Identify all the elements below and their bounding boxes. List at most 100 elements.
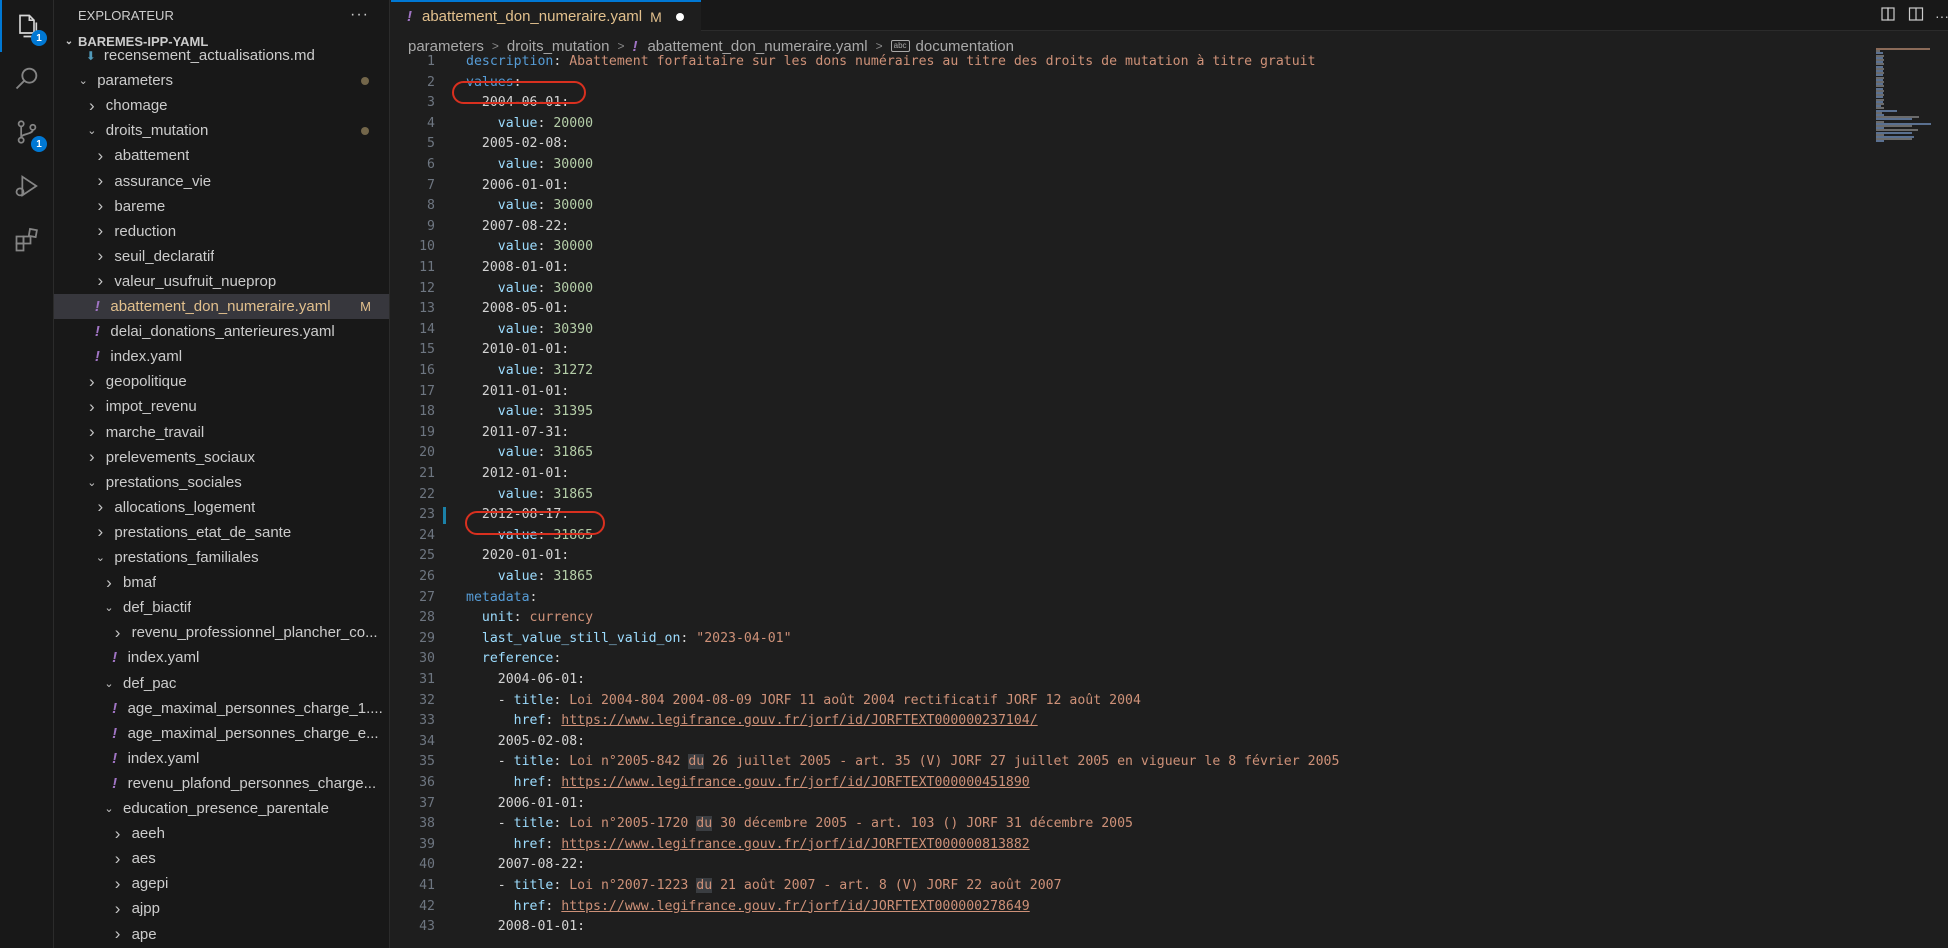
search-icon[interactable] bbox=[11, 62, 43, 94]
unsaved-dot-icon[interactable] bbox=[675, 12, 684, 21]
code-line: 28 unit: currency bbox=[391, 608, 1871, 629]
tree-folder[interactable]: › bareme bbox=[54, 194, 389, 219]
tree-folder[interactable]: › reduction bbox=[54, 219, 389, 244]
code-token: value bbox=[497, 363, 538, 378]
editor-more-actions-icon[interactable]: ··· bbox=[1932, 6, 1948, 26]
more-actions-icon[interactable]: ··· bbox=[350, 6, 369, 24]
tree-folder[interactable]: › assurance_vie bbox=[54, 169, 389, 194]
chevron-right-icon: > bbox=[491, 39, 499, 53]
tree-folder[interactable]: › geopolitique bbox=[54, 369, 389, 394]
tree-folder[interactable]: › aeeh bbox=[54, 821, 389, 846]
line-number: 23 bbox=[419, 507, 435, 523]
tree-folder[interactable]: ⌄ education_presence_parentale bbox=[54, 796, 389, 821]
code-token: 2005-02-08: bbox=[466, 733, 586, 749]
code-line: 35 - title: Loi n°2005-842 du 26 juillet… bbox=[391, 752, 1871, 773]
tree-folder[interactable]: › ape bbox=[54, 922, 389, 947]
chevron-right-icon: › bbox=[114, 848, 121, 868]
tree-folder[interactable]: › allocations_logement bbox=[54, 495, 389, 520]
extensions-icon[interactable] bbox=[11, 224, 43, 256]
tree-file[interactable]: ! index.yaml bbox=[54, 645, 389, 670]
code-line: 34 2005-02-08: bbox=[391, 732, 1871, 753]
code-token: value bbox=[497, 198, 538, 214]
tree-file[interactable]: ! delai_donations_anterieures.yaml bbox=[54, 319, 389, 344]
line-number: 3 bbox=[427, 95, 435, 111]
tree-file[interactable]: ! age_maximal_personnes_charge_e... bbox=[54, 721, 389, 746]
code-line: 37 2006-01-01: bbox=[391, 794, 1871, 815]
explorer-icon[interactable]: 1 bbox=[11, 10, 47, 46]
line-number: 29 bbox=[419, 630, 435, 646]
tree-folder[interactable]: ⌄ prestations_familiales bbox=[54, 545, 389, 570]
line-number: 14 bbox=[419, 321, 435, 337]
code-line: 43 2008-01-01: bbox=[391, 917, 1871, 938]
tree-file[interactable]: ! age_maximal_personnes_charge_1.... bbox=[54, 696, 389, 721]
code-token: : bbox=[537, 115, 554, 131]
line-number: 27 bbox=[419, 589, 435, 605]
tree-item-label: agepi bbox=[131, 875, 169, 893]
chevron-right-icon: › bbox=[88, 422, 95, 441]
code-token: value bbox=[497, 115, 538, 131]
tree-folder[interactable]: › valeur_usufruit_nueprop bbox=[54, 269, 389, 294]
code-text: 2006-01-01: bbox=[466, 794, 585, 815]
code-token: 30000 bbox=[553, 239, 594, 255]
tree-folder[interactable]: ⌄ prestations_sociales bbox=[54, 470, 389, 495]
code-token: Loi n°2005-842 bbox=[569, 754, 689, 770]
tree-folder[interactable]: › prestations_etat_de_sante bbox=[54, 520, 389, 545]
tree-folder[interactable]: › marche_travail bbox=[54, 420, 389, 445]
tree-folder[interactable]: › revenu_professionnel_plancher_co... bbox=[54, 620, 389, 645]
code-line: 27 metadata: bbox=[391, 588, 1871, 609]
code-text: - title: Loi n°2007-1223 du 21 août 2007… bbox=[466, 876, 1062, 897]
compare-changes-icon[interactable] bbox=[1878, 6, 1898, 26]
code-token: : bbox=[537, 569, 554, 584]
code-token: title bbox=[513, 754, 554, 770]
code-token: 2008-01-01: bbox=[466, 260, 570, 275]
code-token: 2007-08-22: bbox=[466, 218, 570, 234]
tree-folder[interactable]: ⌄ def_pac bbox=[54, 671, 389, 696]
code-link[interactable]: https://www.legifrance.gouv.fr/jorf/id/J… bbox=[561, 837, 1029, 852]
chevron-right-icon: > bbox=[617, 39, 625, 53]
line-number: 10 bbox=[419, 239, 435, 255]
tree-file[interactable]: ! abattement_don_numeraire.yaml M bbox=[54, 294, 389, 319]
tree-folder[interactable]: › abattement bbox=[54, 143, 389, 168]
tree-folder[interactable]: ⌄ parameters bbox=[54, 68, 389, 93]
yaml-file-icon: ! bbox=[112, 699, 118, 717]
tree-folder[interactable]: › chomage bbox=[54, 93, 389, 118]
code-editor[interactable]: 1 description: Abattement forfaitaire sur… bbox=[391, 54, 1871, 948]
chevron-right-icon: › bbox=[88, 371, 95, 391]
code-link[interactable]: https://www.legifrance.gouv.fr/jorf/id/J… bbox=[561, 775, 1029, 790]
code-link[interactable]: https://www.legifrance.gouv.fr/jorf/id/J… bbox=[561, 899, 1029, 914]
tree-file[interactable]: ⬇ recensement_actualisations.md bbox=[54, 43, 389, 68]
tab-abattement-don-numeraire[interactable]: ! abattement_don_numeraire.yaml M bbox=[391, 0, 701, 31]
tree-folder[interactable]: › aes bbox=[54, 846, 389, 871]
code-line: 19 2011-07-31: bbox=[391, 423, 1871, 444]
tree-folder[interactable]: › prelevements_sociaux bbox=[54, 445, 389, 470]
split-editor-icon[interactable] bbox=[1906, 6, 1926, 26]
minimap[interactable] bbox=[1876, 48, 1948, 948]
chevron-right-icon: > bbox=[875, 39, 883, 53]
tab-label: abattement_don_numeraire.yaml bbox=[422, 8, 643, 25]
code-token: : bbox=[537, 157, 554, 172]
tree-folder[interactable]: › ajpp bbox=[54, 896, 389, 921]
chevron-right-icon: › bbox=[97, 246, 104, 266]
line-number: 20 bbox=[419, 445, 435, 461]
tree-folder[interactable]: ⌄ droits_mutation bbox=[54, 118, 389, 143]
line-number: 5 bbox=[427, 136, 435, 152]
source-control-icon[interactable]: 1 bbox=[11, 116, 47, 152]
line-number: 26 bbox=[419, 569, 435, 584]
run-debug-icon[interactable] bbox=[11, 170, 43, 202]
chevron-right-icon: › bbox=[97, 171, 104, 190]
tree-folder[interactable]: › impot_revenu bbox=[54, 394, 389, 419]
tree-file[interactable]: ! index.yaml bbox=[54, 344, 389, 369]
tree-file[interactable]: ! revenu_plafond_personnes_charge... bbox=[54, 771, 389, 796]
code-link[interactable]: https://www.legifrance.gouv.fr/jorf/id/J… bbox=[561, 713, 1037, 728]
line-number: 28 bbox=[419, 610, 435, 626]
code-token: description bbox=[466, 54, 554, 69]
tree-folder[interactable]: › seuil_declaratif bbox=[54, 244, 389, 269]
tree-folder[interactable]: ⌄ def_biactif bbox=[54, 595, 389, 620]
tree-folder[interactable]: › agepi bbox=[54, 871, 389, 896]
tree-folder[interactable]: › bmaf bbox=[54, 570, 389, 595]
tree-file[interactable]: ! index.yaml bbox=[54, 746, 389, 771]
